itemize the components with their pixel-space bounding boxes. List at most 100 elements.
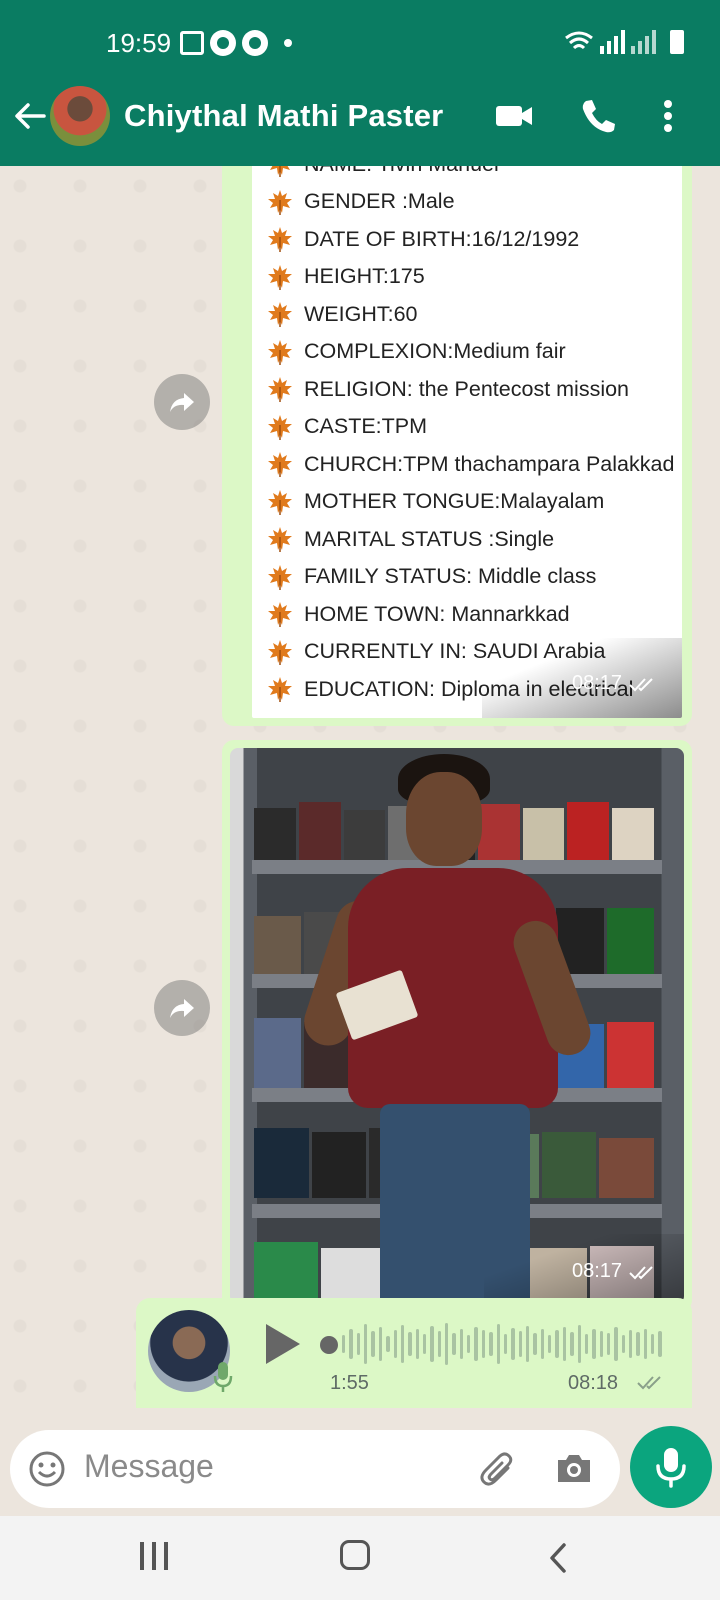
biodata-line: NAME: Tivin Manuel bbox=[266, 166, 499, 178]
app-notification-icon bbox=[242, 30, 268, 56]
waveform-bar bbox=[643, 1329, 648, 1359]
seek-handle[interactable] bbox=[320, 1336, 338, 1354]
waveform-bar bbox=[489, 1332, 493, 1356]
more-options-icon[interactable] bbox=[650, 96, 686, 136]
notification-icon bbox=[180, 31, 204, 55]
waveform-bar bbox=[459, 1329, 464, 1359]
waveform-bar bbox=[445, 1323, 449, 1365]
camera-icon[interactable] bbox=[554, 1450, 594, 1486]
biodata-line: CHURCH:TPM thachampara Palakkad bbox=[266, 450, 674, 478]
attachment-icon[interactable] bbox=[478, 1450, 518, 1490]
biodata-line: MARITAL STATUS :Single bbox=[266, 525, 554, 553]
waveform-bar bbox=[422, 1334, 427, 1354]
waveform-bar bbox=[503, 1334, 508, 1354]
biodata-text: NAME: Tivin Manuel bbox=[304, 166, 499, 177]
voice-call-icon[interactable] bbox=[578, 96, 618, 136]
biodata-line: HOME TOWN: Mannarkkad bbox=[266, 600, 570, 628]
biodata-line: DATE OF BIRTH:16/12/1992 bbox=[266, 225, 579, 253]
message-bubble-photo[interactable]: 08:17 bbox=[222, 740, 692, 1312]
biodata-line: MOTHER TONGUE:Malayalam bbox=[266, 488, 604, 516]
message-bubble-biodata-image[interactable]: NAME: Tivin Manuel GENDER :Male DATE OF BI… bbox=[222, 166, 692, 726]
waveform-bar bbox=[629, 1330, 633, 1358]
message-input-row: Message bbox=[0, 1426, 720, 1516]
status-notification-icons bbox=[180, 30, 292, 56]
double-check-icon bbox=[629, 1265, 653, 1279]
status-time: 19:59 bbox=[106, 28, 172, 58]
message-bubble-voice-note[interactable]: 1:55 08:18 bbox=[136, 1298, 692, 1408]
waveform-bar bbox=[364, 1324, 368, 1364]
waveform-bar bbox=[415, 1329, 419, 1359]
biodata-text: RELIGION: the Pentecost mission bbox=[304, 376, 630, 401]
waveform-bar bbox=[555, 1330, 559, 1358]
chat-messages-area[interactable]: NAME: Tivin Manuel GENDER :Male DATE OF BI… bbox=[0, 166, 720, 1430]
forward-button[interactable] bbox=[154, 980, 210, 1036]
contact-avatar[interactable] bbox=[50, 86, 110, 146]
waveform-bar bbox=[592, 1329, 596, 1359]
biodata-text: GENDER :Male bbox=[304, 189, 455, 213]
biodata-text: HEIGHT:175 bbox=[304, 264, 425, 288]
biodata-line: GENDER :Male bbox=[266, 188, 455, 216]
app-notification-icon bbox=[210, 30, 236, 56]
recent-apps-button[interactable] bbox=[140, 1542, 168, 1570]
waveform-bar bbox=[518, 1331, 522, 1357]
waveform-bar bbox=[467, 1335, 471, 1353]
play-icon[interactable] bbox=[266, 1324, 300, 1364]
forward-icon bbox=[170, 999, 194, 1018]
biodata-line: FAMILY STATUS: Middle class bbox=[266, 563, 596, 591]
emoji-icon[interactable] bbox=[28, 1450, 66, 1488]
message-time: 08:17 bbox=[572, 1260, 623, 1282]
biodata-text: MOTHER TONGUE:Malayalam bbox=[304, 489, 605, 513]
waveform-bar bbox=[400, 1325, 405, 1363]
wifi-icon bbox=[565, 31, 593, 50]
biodata-text: HOME TOWN: Mannarkkad bbox=[304, 601, 570, 626]
status-bar: 19:59 bbox=[0, 0, 720, 88]
biodata-text: MARITAL STATUS :Single bbox=[304, 526, 555, 551]
waveform-bar bbox=[658, 1331, 662, 1357]
microphone-icon bbox=[213, 1362, 233, 1392]
biodata-image[interactable]: NAME: Tivin Manuel GENDER :Male DATE OF BI… bbox=[252, 166, 682, 718]
double-check-icon bbox=[629, 677, 653, 691]
maple-leaf-icon bbox=[268, 564, 292, 590]
photo-man-at-bookshelf[interactable] bbox=[230, 748, 684, 1304]
waveform-bar bbox=[342, 1335, 346, 1353]
maple-leaf-icon bbox=[268, 452, 292, 477]
waveform-bar bbox=[378, 1327, 383, 1361]
back-arrow-icon[interactable] bbox=[12, 98, 48, 134]
biodata-line: HEIGHT:175 bbox=[266, 263, 425, 291]
back-nav-icon[interactable] bbox=[548, 1542, 568, 1574]
maple-leaf-icon bbox=[268, 414, 292, 440]
video-call-icon[interactable] bbox=[494, 96, 534, 136]
waveform-bar bbox=[548, 1335, 552, 1353]
waveform-bar bbox=[408, 1332, 412, 1356]
waveform-bar bbox=[570, 1332, 574, 1356]
waveform-bar bbox=[393, 1330, 397, 1358]
person-face bbox=[406, 772, 482, 866]
app-header: 19:59 Chiythal Mathi Paster bbox=[0, 0, 720, 166]
waveform-bar bbox=[540, 1329, 545, 1359]
microphone-icon bbox=[656, 1448, 686, 1488]
maple-leaf-icon bbox=[268, 639, 292, 665]
voice-waveform[interactable] bbox=[342, 1320, 662, 1368]
waveform-bar bbox=[621, 1335, 626, 1353]
waveform-bar bbox=[496, 1324, 500, 1364]
biodata-line: RELIGION: the Pentecost mission bbox=[266, 375, 629, 403]
signal-icon-2 bbox=[631, 30, 656, 54]
forward-button[interactable] bbox=[154, 374, 210, 430]
message-input[interactable]: Message bbox=[10, 1430, 620, 1508]
more-notifications-dot bbox=[284, 39, 292, 47]
waveform-bar bbox=[474, 1327, 478, 1361]
waveform-bar bbox=[437, 1331, 442, 1357]
maple-leaf-icon bbox=[268, 189, 292, 215]
biodata-line: COMPLEXION:Medium fair bbox=[266, 338, 566, 366]
waveform-bar bbox=[386, 1336, 390, 1352]
waveform-bar bbox=[584, 1334, 589, 1354]
battery-icon bbox=[670, 30, 684, 54]
biodata-text: CHURCH:TPM thachampara Palakkad bbox=[304, 451, 675, 476]
home-button[interactable] bbox=[340, 1540, 370, 1570]
contact-name[interactable]: Chiythal Mathi Paster bbox=[124, 98, 443, 134]
maple-leaf-icon bbox=[268, 339, 292, 365]
maple-leaf-icon bbox=[268, 377, 292, 402]
message-time: 08:17 bbox=[572, 672, 623, 694]
voice-record-button[interactable] bbox=[630, 1426, 712, 1508]
waveform-bar bbox=[599, 1331, 603, 1357]
